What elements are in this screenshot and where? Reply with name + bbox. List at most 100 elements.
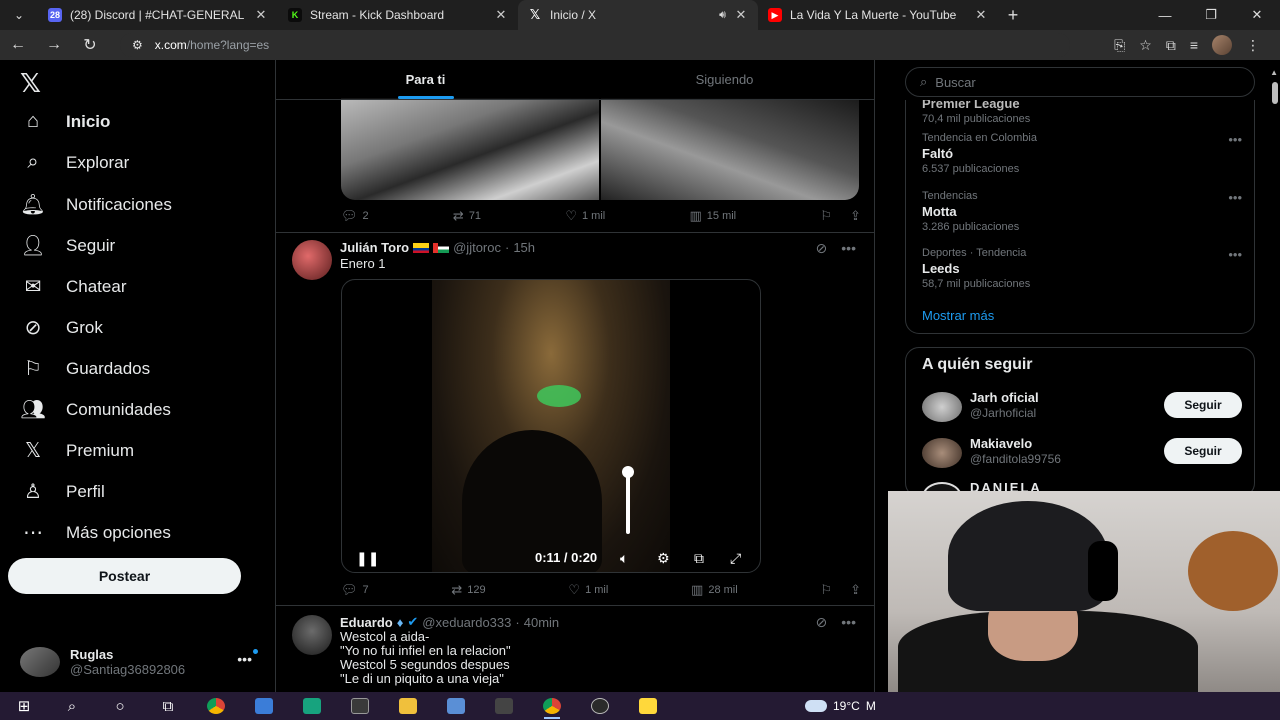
like-button[interactable]: ♡ 1 mil xyxy=(565,208,605,224)
fullscreen-icon[interactable]: ⤢ xyxy=(730,550,741,567)
volume-slider[interactable] xyxy=(626,470,630,534)
nav-item-notifications[interactable]: 🔔︎ Notificaciones xyxy=(20,192,172,217)
more-icon[interactable]: ••• xyxy=(841,240,856,257)
media-icon[interactable]: ≡ xyxy=(1190,37,1198,53)
reload-icon[interactable]: ↻ xyxy=(72,35,108,55)
author-handle[interactable]: @jjtoroc xyxy=(453,240,501,255)
nav-item-chat[interactable]: ✉ Chatear xyxy=(20,274,127,299)
forward-icon[interactable]: → xyxy=(36,36,72,54)
extensions-icon[interactable]: ⧉ xyxy=(1166,37,1176,54)
tab-search-icon[interactable]: ⌄ xyxy=(0,0,38,30)
nav-item-follow[interactable]: 👤︎ Seguir xyxy=(20,233,115,258)
close-tab-icon[interactable]: ✕ xyxy=(734,7,748,23)
repost-button[interactable]: ⇄ 129 xyxy=(451,582,485,598)
nav-item-profile[interactable]: ♙ Perfil xyxy=(20,479,105,504)
chrome-icon[interactable] xyxy=(192,692,240,720)
nav-item-premium[interactable]: 𝕏 Premium xyxy=(20,438,134,463)
nav-item-more[interactable]: ⋯ Más opciones xyxy=(20,520,171,545)
nav-item-communities[interactable]: 👥︎ Comunidades xyxy=(20,397,171,422)
volume-icon[interactable]: 🔈︎ xyxy=(620,550,628,567)
trend-item[interactable]: Premier League 70,4 mil publicaciones xyxy=(922,100,1242,125)
post-time[interactable]: 15h xyxy=(513,240,535,255)
more-icon[interactable]: ••• xyxy=(1228,132,1242,147)
close-tab-icon[interactable]: ✕ xyxy=(974,7,988,23)
more-icon[interactable]: ••• xyxy=(1228,247,1242,262)
follow-suggestion[interactable]: Jarh oficial @Jarhoficial Seguir xyxy=(922,390,1242,424)
nav-item-grok[interactable]: ⊘ Grok xyxy=(20,315,103,340)
media-image[interactable] xyxy=(341,98,599,200)
minimize-icon[interactable]: — xyxy=(1142,0,1188,30)
tab-youtube[interactable]: ▶ La Vida Y La Muerte - YouTube ✕ xyxy=(758,0,998,30)
app-icon[interactable] xyxy=(480,692,528,720)
close-tab-icon[interactable]: ✕ xyxy=(494,7,508,23)
reply-button[interactable]: 💬︎ 2 xyxy=(341,208,369,224)
post-article[interactable]: Eduardo ♦ ✔ @xeduardo333 · 40min ⊘ ••• W… xyxy=(276,605,874,692)
trend-item[interactable]: Tendencias Motta 3.286 publicaciones ••• xyxy=(922,190,1242,233)
bookmark-icon[interactable]: ⚐ xyxy=(820,582,832,598)
task-view-icon[interactable]: ⧉ xyxy=(144,692,192,720)
views-button[interactable]: ▥ 28 mil xyxy=(691,582,738,598)
tab-following[interactable]: Siguiendo xyxy=(575,60,874,99)
star-icon[interactable]: ☆ xyxy=(1139,37,1152,54)
follow-suggestion[interactable]: Makiavelo @fanditola99756 Seguir xyxy=(922,436,1242,470)
post-button[interactable]: Postear xyxy=(8,558,241,594)
close-tab-icon[interactable]: ✕ xyxy=(254,7,268,23)
avatar[interactable] xyxy=(292,240,332,280)
post-media[interactable] xyxy=(341,98,859,200)
weather-widget[interactable]: 19°C M xyxy=(805,692,876,720)
pause-icon[interactable]: ❚❚ xyxy=(356,550,379,567)
nav-item-home[interactable]: ⌂ Inicio xyxy=(20,110,110,133)
speaker-icon[interactable]: 🔊︎ xyxy=(719,9,726,22)
search-icon[interactable]: ⌕ xyxy=(48,692,96,720)
calculator-icon[interactable] xyxy=(336,692,384,720)
close-window-icon[interactable]: ✕ xyxy=(1234,0,1280,30)
avatar[interactable] xyxy=(292,615,332,655)
browser-menu-icon[interactable]: ⋮ xyxy=(1246,37,1260,54)
volume-knob[interactable] xyxy=(622,466,634,478)
share-icon[interactable]: ⇪ xyxy=(850,582,861,598)
trend-item[interactable]: Deportes · Tendencia Leeds 58,7 mil publ… xyxy=(922,247,1242,290)
more-icon[interactable]: ••• xyxy=(1228,190,1242,205)
tab-x-home[interactable]: 𝕏 Inicio / X 🔊︎ ✕ xyxy=(518,0,758,30)
site-settings-icon[interactable]: ⚙ xyxy=(132,38,143,52)
trend-item[interactable]: Tendencia en Colombia Faltó 6.537 public… xyxy=(922,132,1242,175)
reply-button[interactable]: 💬︎ 7 xyxy=(341,582,369,598)
app-icon[interactable] xyxy=(432,692,480,720)
author-name[interactable]: Julián Toro xyxy=(340,240,409,255)
chrome-icon[interactable] xyxy=(528,692,576,720)
app-icon[interactable] xyxy=(288,692,336,720)
more-icon[interactable]: ••• xyxy=(841,614,856,631)
share-icon[interactable]: ⇪ xyxy=(850,208,861,224)
app-icon[interactable] xyxy=(240,692,288,720)
cortana-icon[interactable]: ○ xyxy=(96,692,144,720)
file-explorer-icon[interactable] xyxy=(384,692,432,720)
restore-icon[interactable]: ❐ xyxy=(1188,0,1234,30)
post-time[interactable]: 40min xyxy=(524,615,559,630)
scroll-up-icon[interactable]: ▲ xyxy=(1270,68,1278,77)
follow-button[interactable]: Seguir xyxy=(1164,392,1242,418)
back-icon[interactable]: ← xyxy=(0,36,36,54)
obs-icon[interactable] xyxy=(576,692,624,720)
settings-icon[interactable]: ⚙ xyxy=(657,550,670,567)
cast-icon[interactable]: ⎘ xyxy=(1114,37,1125,54)
url-input[interactable]: ⚙ x.com/home?lang=es xyxy=(120,33,1070,57)
sticky-notes-icon[interactable] xyxy=(624,692,672,720)
avatar[interactable] xyxy=(922,438,962,468)
grok-icon[interactable]: ⊘ xyxy=(816,614,828,631)
avatar[interactable] xyxy=(922,392,962,422)
media-image[interactable] xyxy=(599,98,859,200)
tab-kick[interactable]: K Stream - Kick Dashboard ✕ xyxy=(278,0,518,30)
author-handle[interactable]: @xeduardo333 xyxy=(422,615,511,630)
new-tab-button[interactable]: + xyxy=(998,0,1028,30)
x-logo-icon[interactable]: 𝕏 xyxy=(20,68,41,99)
like-button[interactable]: ♡ 1 mil xyxy=(568,582,608,598)
nav-item-explore[interactable]: ⌕ Explorar xyxy=(20,151,129,174)
nav-item-bookmarks[interactable]: ⚐ Guardados xyxy=(20,356,150,381)
tab-discord[interactable]: 28 (28) Discord | #CHAT-GENERAL ✕ xyxy=(38,0,278,30)
profile-avatar[interactable] xyxy=(1212,35,1232,55)
scrollbar[interactable] xyxy=(1272,82,1278,104)
account-switcher[interactable]: Ruglas @Santiag36892806 ••• xyxy=(20,645,260,679)
author-name[interactable]: Eduardo xyxy=(340,615,393,630)
picture-in-picture-icon[interactable]: ⧉ xyxy=(694,550,704,567)
show-more-link[interactable]: Mostrar más xyxy=(922,308,994,323)
